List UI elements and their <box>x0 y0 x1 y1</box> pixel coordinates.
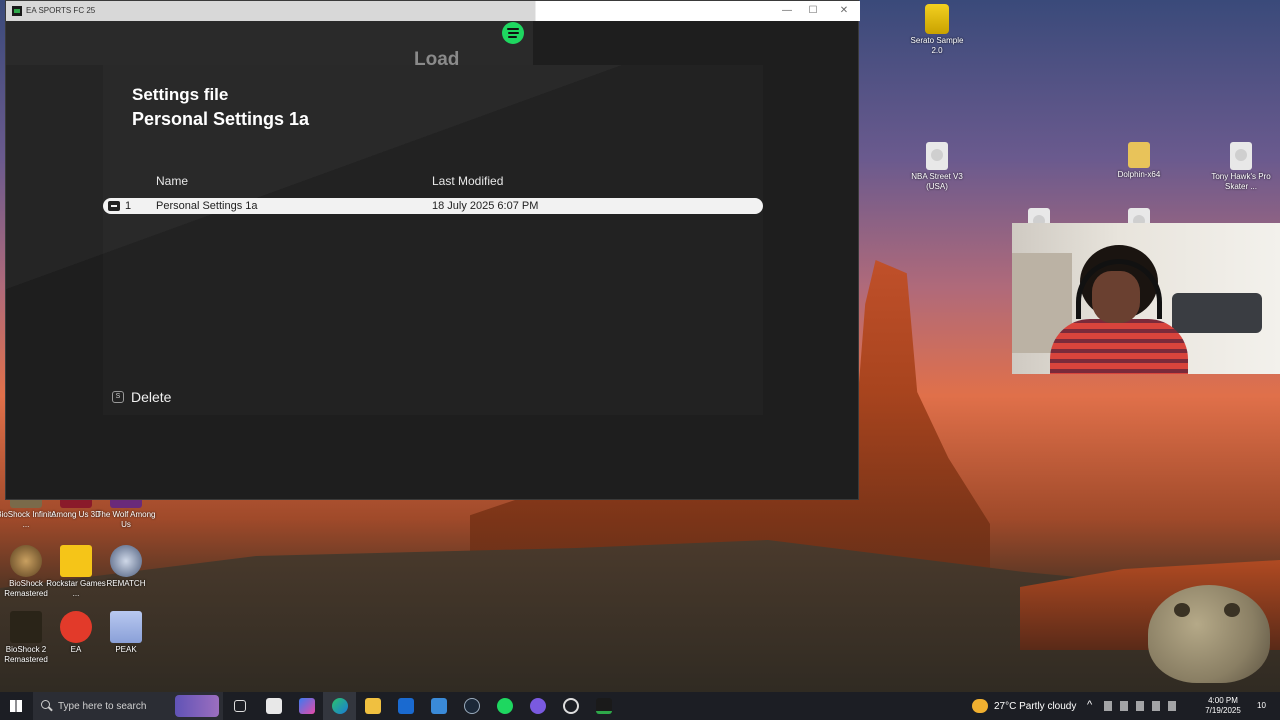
taskbar-edge[interactable] <box>323 692 356 720</box>
taskbar-outlook[interactable] <box>389 692 422 720</box>
taskbar-ea-fc[interactable] <box>587 692 620 720</box>
start-button[interactable] <box>0 692 33 720</box>
desktop-icon-label: The Wolf Among Us <box>96 510 156 529</box>
desktop-icon-dolphin[interactable]: Dolphin-x64 <box>1107 142 1171 180</box>
page-title: Load <box>414 49 460 70</box>
close-button[interactable]: ✕ <box>837 4 851 18</box>
ea-fc-icon <box>596 698 612 714</box>
desktop-icon-tony-hawk[interactable]: Tony Hawk's Pro Skater ... <box>1209 142 1273 192</box>
desktop-icon-label: Serato Sample 2.0 <box>910 36 964 55</box>
rockstar-icon <box>60 545 92 577</box>
desktop-icon-label: REMATCH <box>106 579 146 588</box>
search-box[interactable]: Type here to search <box>33 692 223 720</box>
row-modified: 18 July 2025 6:07 PM <box>432 200 539 212</box>
search-highlight-icon <box>175 695 219 717</box>
folder-icon <box>1128 142 1150 168</box>
taskbar-file-explorer[interactable] <box>356 692 389 720</box>
taskbar-copilot[interactable] <box>290 692 323 720</box>
minimize-button[interactable]: — <box>780 4 794 18</box>
webcam-overlay <box>1012 223 1280 374</box>
clock-date: 7/19/2025 <box>1205 706 1241 715</box>
s-key-icon: S <box>112 391 124 403</box>
taskbar-store[interactable] <box>257 692 290 720</box>
app-icon <box>431 698 447 714</box>
delete-label: Delete <box>131 389 172 405</box>
maximize-button[interactable]: ☐ <box>806 4 820 18</box>
task-view-button[interactable] <box>224 692 257 720</box>
taskbar: Type here to search 27°C Partly cloudy ^… <box>0 692 1280 720</box>
webcam-sofa <box>1172 293 1262 333</box>
desktop-icon-label: Tony Hawk's Pro Skater ... <box>1211 172 1271 191</box>
system-tray-icons[interactable] <box>1104 701 1184 711</box>
file-icon <box>926 142 948 170</box>
taskbar-app[interactable] <box>422 692 455 720</box>
column-header-last-modified: Last Modified <box>432 174 504 188</box>
clock-time: 4:00 PM <box>1208 696 1238 705</box>
desktop-icon-rematch[interactable]: REMATCH <box>94 545 158 589</box>
file-icon <box>1230 142 1252 170</box>
steam-icon <box>464 698 480 714</box>
window-title: EA SPORTS FC 25 <box>26 6 96 15</box>
desktop-icon-peak[interactable]: PEAK <box>94 611 158 655</box>
record-icon <box>563 698 579 714</box>
store-icon <box>266 698 282 714</box>
table-row[interactable]: 1 Personal Settings 1a 18 July 2025 6:07… <box>103 198 763 214</box>
taskbar-spotify[interactable] <box>488 692 521 720</box>
rematch-icon <box>110 545 142 577</box>
edge-icon <box>332 698 348 714</box>
desktop-icon-nba-street[interactable]: NBA Street V3 (USA) <box>905 142 969 192</box>
weather-icon <box>972 699 988 713</box>
search-placeholder: Type here to search <box>58 701 147 712</box>
desktop-icon-label: PEAK <box>115 645 137 654</box>
taskbar-discord[interactable] <box>521 692 554 720</box>
notifications-badge[interactable]: 10 <box>1257 701 1266 710</box>
folder-icon <box>365 698 381 714</box>
outlook-icon <box>398 698 414 714</box>
enter-key-icon <box>108 201 120 211</box>
windows-icon <box>10 700 22 712</box>
row-name: Personal Settings 1a <box>156 200 258 212</box>
desktop-icon-label: Dolphin-x64 <box>1117 170 1161 179</box>
webcam-person-shirt <box>1050 319 1188 374</box>
taskbar-clock[interactable]: 4:00 PM 7/19/2025 <box>1200 696 1246 716</box>
serato-icon <box>925 4 949 34</box>
settings-file-name: Personal Settings 1a <box>132 109 310 129</box>
taskbar-app-2[interactable] <box>554 692 587 720</box>
row-index: 1 <box>125 200 132 212</box>
spotify-icon[interactable] <box>502 22 524 44</box>
search-icon <box>41 700 50 709</box>
taskbar-steam[interactable] <box>455 692 488 720</box>
peak-icon <box>110 611 142 643</box>
ea-icon <box>60 611 92 643</box>
discord-icon <box>530 698 546 714</box>
task-view-icon <box>234 700 246 712</box>
toad-overlay <box>1148 585 1270 683</box>
desktop-icon-serato[interactable]: Serato Sample 2.0 <box>905 4 969 56</box>
copilot-icon <box>299 698 315 714</box>
weather-text[interactable]: 27°C Partly cloudy <box>994 701 1076 712</box>
bioshock2-icon <box>10 611 42 643</box>
chevron-up-icon[interactable]: ^ <box>1087 699 1092 711</box>
desktop-icon-label: NBA Street V3 (USA) <box>911 172 963 191</box>
settings-file-label: Settings file <box>132 85 229 104</box>
bioshock-icon <box>10 545 42 577</box>
game-window: EA SPORTS FC 25 — ☐ ✕ Load Settings file… <box>5 0 860 501</box>
window-titlebar[interactable]: EA SPORTS FC 25 — ☐ ✕ <box>6 1 860 21</box>
spotify-icon <box>497 698 513 714</box>
column-header-name: Name <box>156 174 189 188</box>
ea-fc-app-icon <box>12 6 22 16</box>
